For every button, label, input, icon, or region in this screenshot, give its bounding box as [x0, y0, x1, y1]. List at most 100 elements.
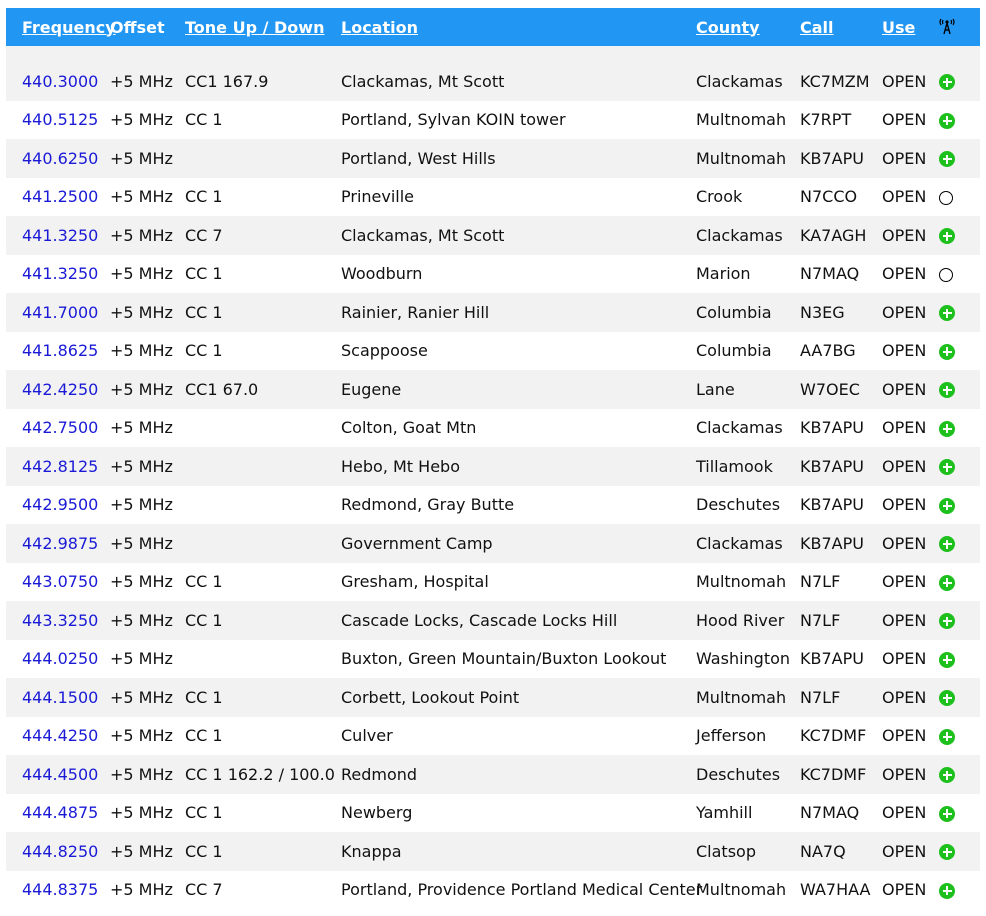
county-cell: Clackamas — [696, 216, 800, 255]
frequency-link[interactable]: 444.4875 — [22, 803, 98, 822]
status-cell — [939, 370, 980, 409]
frequency-link[interactable]: 441.2500 — [22, 187, 98, 206]
frequency-link[interactable]: 441.7000 — [22, 303, 98, 322]
tower-icon[interactable] — [939, 15, 955, 39]
plus-circle-icon[interactable] — [939, 74, 955, 91]
use-cell: OPEN — [882, 293, 939, 332]
frequency-column-header[interactable]: Frequency — [6, 8, 116, 46]
plus-circle-icon[interactable] — [939, 690, 955, 707]
empty-circle-icon[interactable] — [939, 190, 953, 205]
call-cell: KB7APU — [800, 485, 882, 524]
location-cell: Corbett, Lookout Point — [341, 678, 696, 717]
plus-circle-icon[interactable] — [939, 844, 955, 861]
frequency-link[interactable]: 442.9875 — [22, 534, 98, 553]
county-cell: Columbia — [696, 331, 800, 370]
location-cell: Hebo, Mt Hebo — [341, 447, 696, 486]
status-cell — [939, 639, 980, 678]
county-cell: Tillamook — [696, 447, 800, 486]
call-cell: W7OEC — [800, 370, 882, 409]
use-column-header[interactable]: Use — [882, 8, 939, 46]
offset-cell: +5 MHz — [110, 293, 185, 332]
call-cell: KC7MZM — [800, 62, 882, 101]
county-cell: Hood River — [696, 601, 800, 640]
status-cell — [939, 793, 980, 832]
frequency-link[interactable]: 440.6250 — [22, 149, 98, 168]
location-cell: Gresham, Hospital — [341, 562, 696, 601]
frequency-link[interactable]: 443.0750 — [22, 572, 98, 591]
plus-circle-icon[interactable] — [939, 574, 955, 591]
plus-circle-icon[interactable] — [939, 497, 955, 514]
call-cell: WA7HAA — [800, 870, 882, 909]
plus-circle-icon[interactable] — [939, 305, 955, 322]
offset-cell: +5 MHz — [110, 100, 185, 139]
frequency-link[interactable]: 441.3250 — [22, 264, 98, 283]
plus-circle-icon[interactable] — [939, 343, 955, 360]
offset-cell: +5 MHz — [110, 177, 185, 216]
use-cell: OPEN — [882, 485, 939, 524]
call-cell: AA7BG — [800, 331, 882, 370]
plus-circle-icon[interactable] — [939, 805, 955, 822]
status-cell — [939, 716, 980, 755]
frequency-link[interactable]: 444.8375 — [22, 880, 98, 899]
sort-location-link[interactable]: Location — [341, 18, 418, 37]
frequency-link[interactable]: 441.3250 — [22, 226, 98, 245]
frequency-link[interactable]: 444.0250 — [22, 649, 98, 668]
plus-circle-icon[interactable] — [939, 228, 955, 245]
frequency-link[interactable]: 440.5125 — [22, 110, 98, 129]
plus-circle-icon[interactable] — [939, 382, 955, 399]
location-column-header[interactable]: Location — [341, 8, 696, 46]
plus-circle-icon[interactable] — [939, 882, 955, 899]
use-cell: OPEN — [882, 254, 939, 293]
plus-circle-icon[interactable] — [939, 767, 955, 784]
tone-cell: CC 1 162.2 / 100.0 — [185, 755, 341, 794]
frequency-link[interactable]: 444.8250 — [22, 842, 98, 861]
frequency-cell: 442.9875 — [6, 524, 110, 563]
frequency-link[interactable]: 442.4250 — [22, 380, 98, 399]
county-column-header[interactable]: County — [696, 8, 800, 46]
county-cell: Clackamas — [696, 62, 800, 101]
frequency-link[interactable]: 441.8625 — [22, 341, 98, 360]
frequency-link[interactable]: 442.8125 — [22, 457, 98, 476]
frequency-cell: 441.7000 — [6, 293, 110, 332]
table-row: 444.1500 +5 MHz CC 1 Corbett, Lookout Point… — [6, 678, 980, 717]
use-cell: OPEN — [882, 755, 939, 794]
plus-circle-icon[interactable] — [939, 728, 955, 745]
plus-circle-icon[interactable] — [939, 151, 955, 168]
sort-use-link[interactable]: Use — [882, 18, 915, 37]
frequency-cell: 442.9500 — [6, 485, 110, 524]
call-column-header[interactable]: Call — [800, 8, 882, 46]
frequency-link[interactable]: 440.3000 — [22, 72, 98, 91]
empty-circle-icon[interactable] — [939, 267, 953, 282]
sort-tone-link[interactable]: Tone Up / Down — [185, 18, 324, 37]
frequency-link[interactable]: 444.4500 — [22, 765, 98, 784]
plus-circle-icon[interactable] — [939, 420, 955, 437]
table-row: 443.0750 +5 MHz CC 1 Gresham, Hospital Multn… — [6, 562, 980, 601]
plus-circle-icon[interactable] — [939, 651, 955, 668]
offset-column-header: Offset — [110, 8, 185, 46]
sort-county-link[interactable]: County — [696, 18, 760, 37]
sort-frequency-link[interactable]: Frequency — [22, 18, 116, 37]
sort-call-link[interactable]: Call — [800, 18, 834, 37]
plus-circle-icon[interactable] — [939, 112, 955, 129]
county-cell: Multnomah — [696, 562, 800, 601]
frequency-link[interactable]: 442.9500 — [22, 495, 98, 514]
tower-column-header[interactable] — [939, 8, 980, 46]
frequency-link[interactable]: 442.7500 — [22, 418, 98, 437]
frequency-link[interactable]: 444.1500 — [22, 688, 98, 707]
table-row: 444.0250 +5 MHz Buxton, Green Mountain/Bux… — [6, 639, 980, 678]
use-cell: OPEN — [882, 139, 939, 178]
table-row: 442.9875 +5 MHz Government Camp Clackamas KB… — [6, 524, 980, 563]
call-cell: KB7APU — [800, 524, 882, 563]
tone-column-header[interactable]: Tone Up / Down — [185, 8, 341, 46]
plus-circle-icon[interactable] — [939, 459, 955, 476]
county-cell: Clackamas — [696, 408, 800, 447]
tone-cell — [185, 639, 341, 678]
plus-circle-icon[interactable] — [939, 613, 955, 630]
table-row: 441.3250 +5 MHz CC 7 Clackamas, Mt Scott Cla… — [6, 216, 980, 255]
frequency-link[interactable]: 443.3250 — [22, 611, 98, 630]
location-cell: Portland, Sylvan KOIN tower — [341, 100, 696, 139]
frequency-link[interactable]: 444.4250 — [22, 726, 98, 745]
tone-cell: CC 1 — [185, 331, 341, 370]
plus-circle-icon[interactable] — [939, 536, 955, 553]
frequency-cell: 444.4875 — [6, 793, 110, 832]
